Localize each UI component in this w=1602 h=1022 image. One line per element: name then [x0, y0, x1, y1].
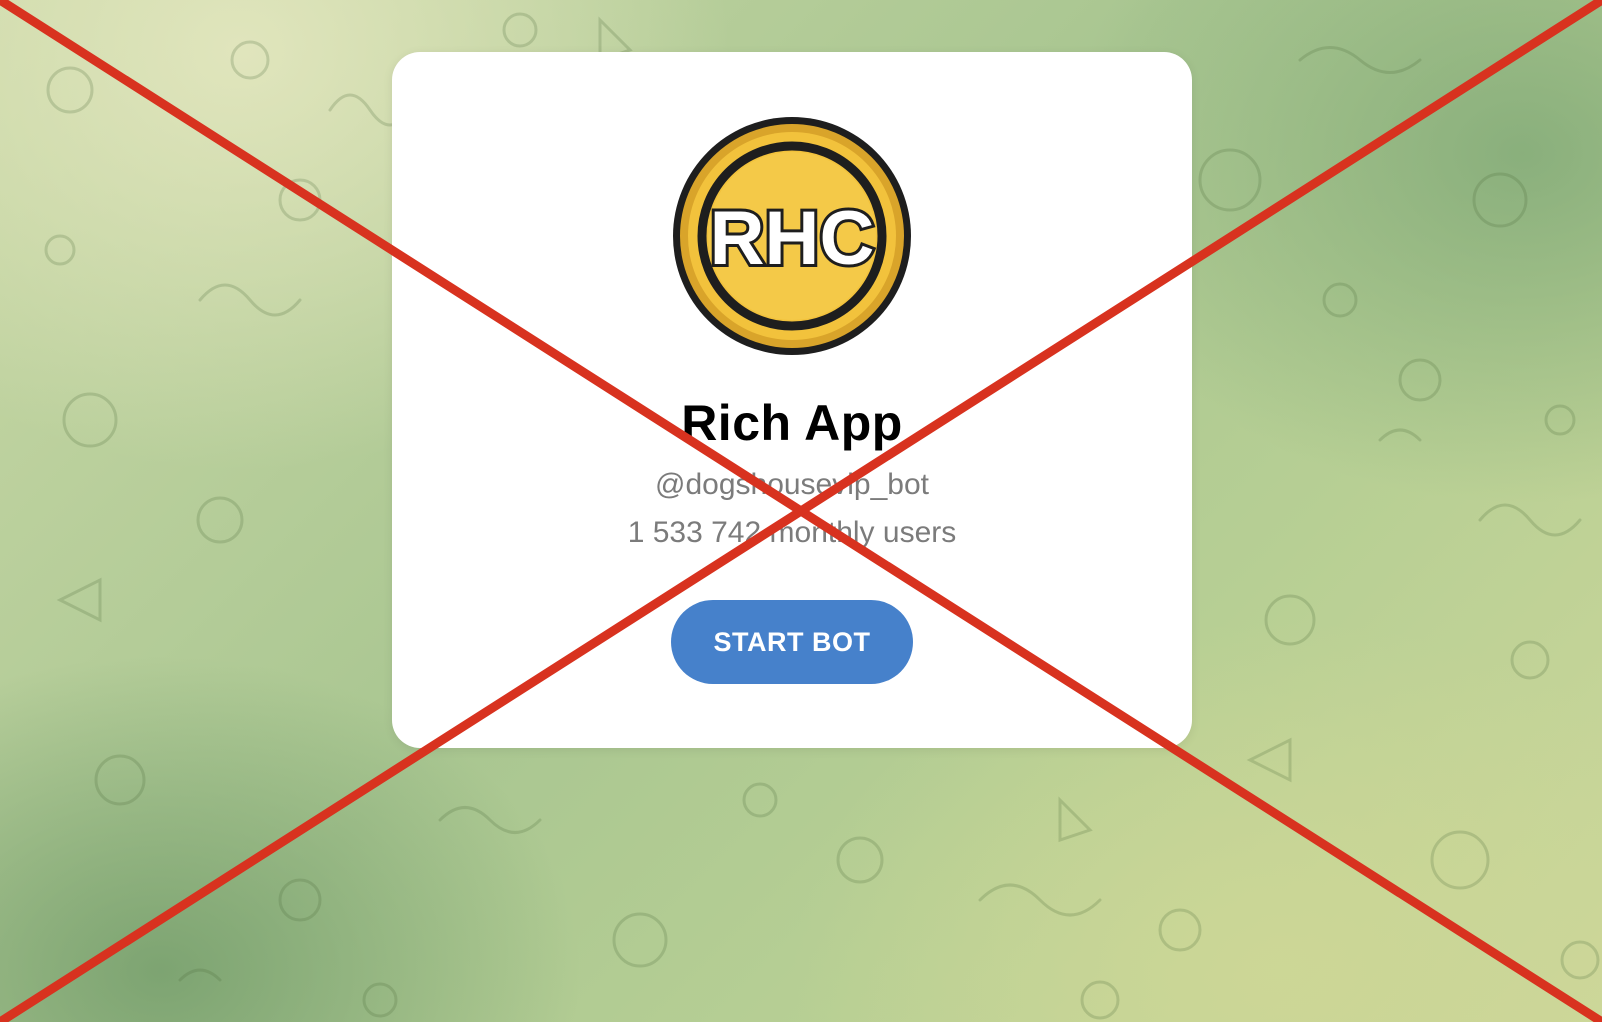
start-bot-button[interactable]: START BOT: [671, 600, 913, 684]
rhc-logo-icon: RHC: [673, 117, 911, 355]
bot-title: Rich App: [681, 395, 903, 451]
logo-text: RHC: [710, 196, 875, 281]
bot-username: @dogshousevip_bot: [655, 468, 929, 501]
monthly-users-count: 1 533 742 monthly users: [627, 516, 957, 549]
bot-info-card: RHC Rich App @dogshousevip_bot 1 533 742…: [392, 52, 1192, 748]
